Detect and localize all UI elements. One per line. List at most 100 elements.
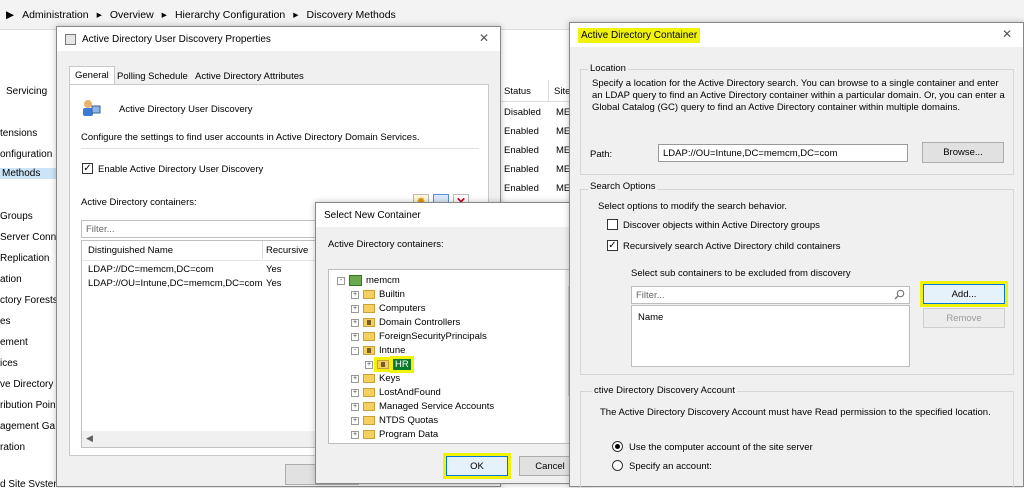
horizontal-scrollbar[interactable]: ◀ bbox=[82, 431, 318, 447]
account-description: The Active Directory Discovery Account m… bbox=[600, 407, 991, 418]
discovery-methods-list: Status Site Disabled ME Enabled ME Enabled… bbox=[498, 80, 578, 210]
close-icon[interactable]: ✕ bbox=[1001, 28, 1013, 40]
remove-button[interactable]: Remove bbox=[923, 308, 1005, 328]
domain-icon bbox=[349, 275, 362, 286]
sidebar-item[interactable]: onfiguration bbox=[0, 149, 52, 160]
expand-icon[interactable]: + bbox=[351, 388, 359, 397]
tree-item[interactable]: + Computers bbox=[351, 302, 425, 315]
sidebar-item[interactable]: es bbox=[0, 316, 11, 327]
select-ok-button[interactable]: OK bbox=[446, 456, 508, 476]
tab-ad-attributes[interactable]: Active Directory Attributes bbox=[191, 68, 308, 84]
table-row[interactable]: LDAP://DC=memcm,DC=com Yes bbox=[88, 264, 318, 277]
tree-item-label: Keys bbox=[379, 373, 401, 384]
sidebar-item[interactable]: Groups bbox=[0, 211, 33, 222]
sidebar-item[interactable]: ation bbox=[0, 274, 22, 285]
tree-item[interactable]: + NTDS Quotas bbox=[351, 414, 438, 427]
location-description: Specify a location for the Active Direct… bbox=[592, 78, 1005, 113]
breadcrumb-item-administration[interactable]: Administration bbox=[22, 9, 89, 21]
expand-icon[interactable]: + bbox=[351, 374, 359, 383]
discover-groups-checkbox[interactable] bbox=[607, 219, 618, 230]
containers-label: Active Directory containers: bbox=[81, 197, 197, 208]
sidebar-item[interactable]: Server Conne bbox=[0, 232, 59, 243]
tree-item[interactable]: + Keys bbox=[351, 372, 400, 385]
table-row[interactable]: Disabled ME bbox=[504, 107, 570, 118]
column-header-recursive[interactable]: Recursive bbox=[266, 245, 308, 256]
properties-window-icon bbox=[65, 33, 76, 45]
expand-icon[interactable]: + bbox=[351, 318, 359, 327]
path-label: Path: bbox=[590, 149, 613, 160]
breadcrumb-item-discovery[interactable]: Discovery Methods bbox=[307, 9, 396, 21]
enable-discovery-checkbox[interactable]: ✓ bbox=[82, 163, 93, 174]
tab-polling-schedule[interactable]: Polling Schedule bbox=[113, 68, 192, 84]
properties-titlebar: Active Directory User Discovery Properti… bbox=[57, 27, 500, 51]
collapse-icon[interactable]: - bbox=[337, 276, 345, 285]
sidebar-item[interactable]: d Site Systen bbox=[0, 479, 59, 487]
sidebar-item[interactable]: ration bbox=[0, 442, 25, 453]
sidebar-item[interactable]: Servicing bbox=[6, 86, 47, 97]
expand-icon[interactable]: + bbox=[351, 430, 359, 439]
containers-list: Distinguished Name Recursive LDAP://DC=m… bbox=[81, 240, 319, 448]
column-header-dn[interactable]: Distinguished Name bbox=[88, 245, 173, 256]
close-icon[interactable]: ✕ bbox=[478, 32, 490, 44]
containers-filter-input[interactable]: Filter... bbox=[81, 220, 319, 238]
tree-item[interactable]: - memcm bbox=[337, 274, 400, 287]
tree-item[interactable]: + Builtin bbox=[351, 288, 405, 301]
specify-account-radio[interactable] bbox=[612, 460, 623, 471]
table-row[interactable]: Enabled ME bbox=[504, 183, 570, 194]
recursive-search-checkbox[interactable]: ✓ bbox=[607, 240, 618, 251]
tree-item[interactable]: + Program Data bbox=[351, 428, 438, 441]
select-container-title: Select New Container bbox=[324, 209, 421, 221]
tree-item-label: Program Data bbox=[379, 429, 439, 440]
expand-icon[interactable]: + bbox=[351, 402, 359, 411]
table-row[interactable]: Enabled ME bbox=[504, 164, 570, 175]
sidebar-item[interactable]: ement bbox=[0, 337, 28, 348]
folder-icon bbox=[363, 332, 375, 341]
account-group bbox=[580, 391, 1014, 488]
exclude-filter-input[interactable]: Filter... bbox=[631, 286, 910, 304]
tree-item-label: Intune bbox=[379, 345, 406, 356]
sidebar-item-selected[interactable]: Methods bbox=[0, 168, 59, 179]
search-options-label: Search Options bbox=[588, 181, 658, 192]
folder-icon bbox=[363, 416, 375, 425]
sidebar-item[interactable]: ices bbox=[0, 358, 18, 369]
tree-item[interactable]: + HR bbox=[365, 356, 414, 373]
select-container-titlebar: Select New Container bbox=[316, 203, 595, 227]
column-header-site[interactable]: Site bbox=[554, 86, 570, 97]
sidebar-item[interactable]: agement Ga bbox=[0, 421, 55, 432]
sidebar-item[interactable]: tensions bbox=[0, 128, 37, 139]
collapse-icon[interactable]: - bbox=[351, 346, 359, 355]
breadcrumb-item-hierarchy[interactable]: Hierarchy Configuration bbox=[175, 9, 285, 21]
computer-account-radio[interactable] bbox=[612, 441, 623, 452]
expand-icon[interactable]: + bbox=[365, 360, 373, 369]
table-row[interactable]: LDAP://OU=Intune,DC=memcm,DC=com Yes bbox=[88, 278, 318, 291]
exclude-label: Select sub containers to be excluded fro… bbox=[631, 268, 851, 279]
tree-item[interactable]: + Domain Controllers bbox=[351, 316, 460, 329]
column-header-name[interactable]: Name bbox=[638, 312, 663, 323]
organizational-unit-icon bbox=[374, 357, 392, 372]
tab-general[interactable]: General bbox=[69, 66, 115, 84]
path-input[interactable]: LDAP://OU=Intune,DC=memcm,DC=com bbox=[658, 144, 908, 162]
expand-icon[interactable]: + bbox=[351, 332, 359, 341]
breadcrumb-item-overview[interactable]: Overview bbox=[110, 9, 154, 21]
sidebar-item[interactable]: Replication bbox=[0, 253, 49, 264]
arrow-left-icon[interactable]: ◀ bbox=[86, 433, 93, 444]
tree-item-label: LostAndFound bbox=[379, 387, 441, 398]
sidebar-item[interactable]: ve Directory bbox=[0, 379, 53, 390]
sidebar-item[interactable]: ctory Forests bbox=[0, 295, 58, 306]
table-row[interactable]: Enabled ME bbox=[504, 145, 570, 156]
tree-item[interactable]: - Intune bbox=[351, 344, 405, 357]
column-header-status[interactable]: Status bbox=[504, 86, 531, 97]
add-button[interactable]: Add... bbox=[923, 284, 1005, 304]
tree-item-label: Managed Service Accounts bbox=[379, 401, 495, 412]
user-discovery-description: Configure the settings to find user acco… bbox=[81, 132, 420, 143]
expand-icon[interactable]: + bbox=[351, 416, 359, 425]
expand-icon[interactable]: + bbox=[351, 304, 359, 313]
search-icon[interactable] bbox=[894, 289, 905, 303]
tree-item[interactable]: + ForeignSecurityPrincipals bbox=[351, 330, 487, 343]
table-row[interactable]: Enabled ME bbox=[504, 126, 570, 137]
browse-button[interactable]: Browse... bbox=[922, 142, 1004, 163]
tree-item[interactable]: + Managed Service Accounts bbox=[351, 400, 494, 413]
expand-icon[interactable]: + bbox=[351, 290, 359, 299]
sidebar-item[interactable]: ribution Poin bbox=[0, 400, 56, 411]
tree-item[interactable]: + LostAndFound bbox=[351, 386, 441, 399]
